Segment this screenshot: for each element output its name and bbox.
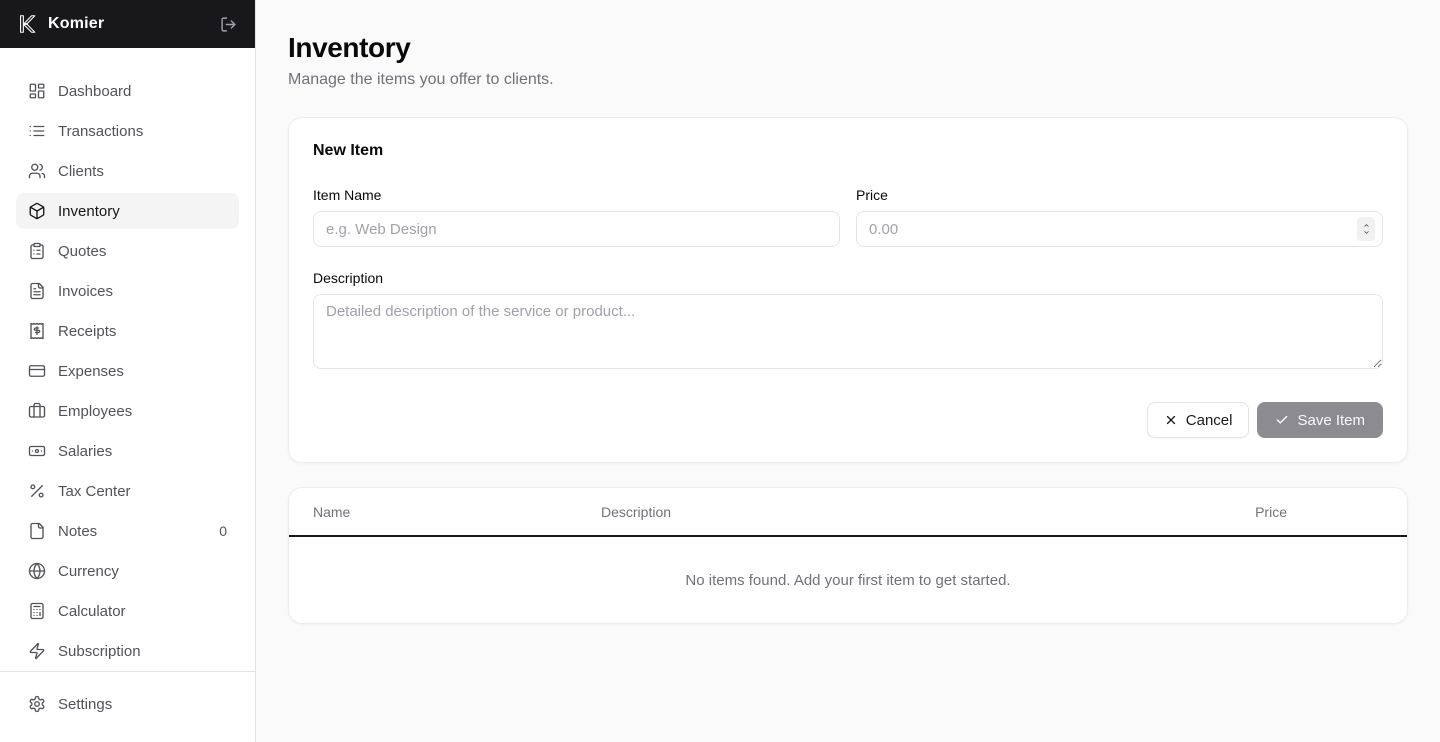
chevron-down-icon	[1362, 229, 1371, 236]
sidebar-item-label: Calculator	[58, 602, 126, 620]
check-icon	[1275, 413, 1289, 427]
komier-logo-icon	[16, 13, 38, 35]
cancel-button[interactable]: Cancel	[1146, 402, 1250, 438]
sidebar-item-receipts[interactable]: Receipts	[16, 313, 239, 349]
sidebar-item-clients[interactable]: Clients	[16, 153, 239, 189]
sidebar-item-label: Dashboard	[58, 82, 132, 100]
save-item-button[interactable]: Save Item	[1257, 402, 1383, 438]
column-header-name: Name	[313, 503, 351, 520]
logout-icon	[220, 16, 237, 33]
sidebar-item-label: Subscription	[58, 642, 141, 660]
description-textarea[interactable]	[313, 294, 1383, 369]
sidebar-item-tax-center[interactable]: Tax Center	[16, 473, 239, 509]
sidebar-item-label: Settings	[58, 695, 113, 713]
sidebar-item-label: Tax Center	[58, 482, 131, 500]
chevron-up-icon	[1362, 222, 1371, 229]
sidebar-item-label: Employees	[58, 402, 133, 420]
subscription-icon	[28, 642, 46, 660]
sidebar-item-settings[interactable]: Settings	[16, 686, 239, 722]
description-label: Description	[313, 270, 384, 286]
sidebar-item-label: Quotes	[58, 242, 107, 260]
sidebar-item-label: Clients	[58, 162, 104, 180]
sidebar-item-label: Transactions	[58, 122, 144, 140]
sidebar-item-dashboard[interactable]: Dashboard	[16, 73, 239, 109]
items-table-card: Name Description Price No items found. Add…	[288, 487, 1408, 624]
column-header-price: Price	[1255, 503, 1287, 520]
new-item-card: New Item Item Name Price	[288, 117, 1408, 463]
sidebar: Komier Dashboard Transactions Clients Inven…	[0, 0, 256, 742]
clients-icon	[28, 162, 46, 180]
table-empty-state: No items found. Add your first item to g…	[685, 571, 1011, 589]
price-label: Price	[856, 187, 888, 203]
quotes-icon	[28, 242, 46, 260]
dashboard-icon	[28, 82, 46, 100]
app-title: Komier	[48, 15, 105, 32]
sidebar-item-invoices[interactable]: Invoices	[16, 273, 239, 309]
logout-button[interactable]	[218, 14, 239, 35]
page-title: Inventory	[288, 32, 411, 63]
sidebar-nav: Dashboard Transactions Clients Inventory Quo…	[0, 48, 255, 671]
sidebar-item-subscription[interactable]: Subscription	[16, 633, 239, 669]
sidebar-item-label: Expenses	[58, 362, 124, 380]
item-name-field-group: Item Name	[313, 187, 840, 247]
receipts-icon	[28, 322, 46, 340]
transactions-icon	[28, 122, 46, 140]
sidebar-item-quotes[interactable]: Quotes	[16, 233, 239, 269]
expenses-icon	[28, 362, 46, 380]
currency-icon	[28, 562, 46, 580]
column-header-description: Description	[601, 503, 672, 520]
sidebar-item-salaries[interactable]: Salaries	[16, 433, 239, 469]
form-actions: Cancel Save Item	[313, 402, 1383, 438]
settings-icon	[28, 695, 46, 713]
sidebar-header: Komier	[0, 0, 255, 48]
sidebar-item-label: Invoices	[58, 282, 114, 300]
description-field-group: Description	[313, 270, 1383, 374]
item-name-input[interactable]	[313, 211, 840, 247]
employees-icon	[28, 402, 46, 420]
sidebar-item-employees[interactable]: Employees	[16, 393, 239, 429]
form-title: New Item	[313, 142, 384, 159]
page-subtitle: Manage the items you offer to clients.	[288, 71, 554, 88]
sidebar-item-inventory[interactable]: Inventory	[16, 193, 239, 229]
sidebar-item-currency[interactable]: Currency	[16, 553, 239, 589]
number-spinner[interactable]	[1357, 217, 1375, 241]
tax-center-icon	[28, 482, 46, 500]
inventory-icon	[28, 202, 46, 220]
item-name-label: Item Name	[313, 187, 382, 203]
sidebar-item-transactions[interactable]: Transactions	[16, 113, 239, 149]
notes-icon	[28, 522, 46, 540]
salaries-icon	[28, 442, 46, 460]
sidebar-item-notes[interactable]: Notes 0	[16, 513, 239, 549]
table-header-row: Name Description Price	[289, 488, 1407, 537]
sidebar-item-label: Currency	[58, 562, 119, 580]
sidebar-item-label: Inventory	[58, 202, 120, 220]
sidebar-footer: Settings	[0, 671, 255, 742]
sidebar-item-label: Receipts	[58, 322, 117, 340]
sidebar-item-expenses[interactable]: Expenses	[16, 353, 239, 389]
invoices-icon	[28, 282, 46, 300]
calculator-icon	[28, 602, 46, 620]
sidebar-item-label: Salaries	[58, 442, 113, 460]
sidebar-item-label: Notes	[58, 522, 98, 540]
main-content: Inventory Manage the items you offer to …	[256, 0, 1440, 742]
price-field-group: Price	[856, 187, 1383, 247]
notes-count: 0	[219, 523, 227, 539]
close-icon	[1164, 413, 1178, 427]
sidebar-item-calculator[interactable]: Calculator	[16, 593, 239, 629]
price-input[interactable]	[856, 211, 1383, 247]
